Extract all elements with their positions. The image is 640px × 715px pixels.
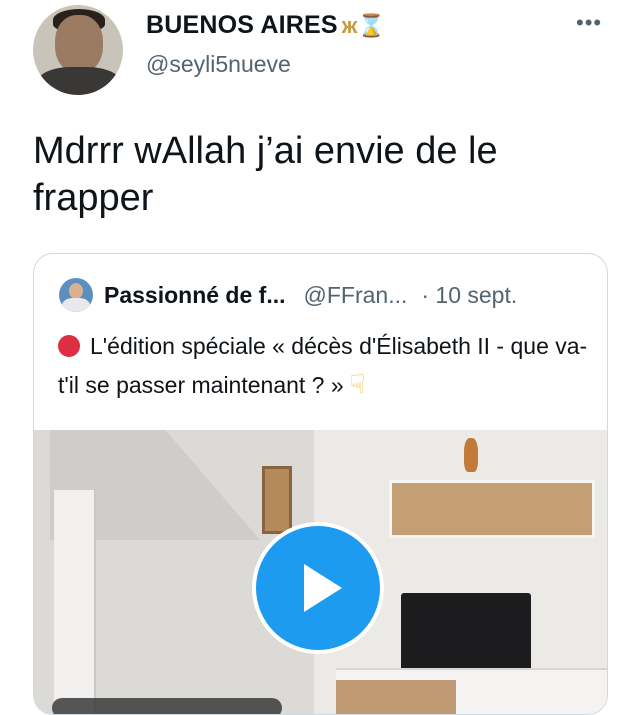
- avatar-face: [55, 15, 103, 73]
- scene-door: [54, 490, 96, 714]
- author-display-name[interactable]: BUENOS AIRES ж⌛: [146, 11, 385, 40]
- quoted-timestamp[interactable]: · 10 sept.: [421, 282, 517, 309]
- quoted-author-name[interactable]: Passionné de f...: [104, 282, 286, 309]
- author-avatar[interactable]: [33, 5, 123, 95]
- quoted-author-handle[interactable]: @FFran...: [304, 282, 408, 309]
- tweet-text: Mdrrr wAllah j’ai envie de le frapper: [33, 130, 498, 219]
- pointing-down-icon: ☟: [349, 369, 366, 399]
- more-options-icon[interactable]: •••: [576, 10, 602, 36]
- name-symbols: ж⌛: [341, 12, 386, 38]
- scene-cabinet-wood: [336, 680, 456, 714]
- red-circle-icon: [58, 335, 80, 357]
- display-name-text: BUENOS AIRES: [146, 11, 338, 39]
- quoted-header: Passionné de f... @FFran... · 10 sept.: [104, 282, 604, 309]
- quoted-author-avatar[interactable]: [59, 278, 93, 312]
- quoted-text: L'édition spéciale « décès d'Élisabeth I…: [58, 333, 588, 398]
- scene-wall-frame: [262, 466, 292, 534]
- quoted-avatar-face: [69, 283, 83, 299]
- quoted-avatar-shirt: [62, 298, 90, 312]
- play-icon[interactable]: [252, 522, 384, 654]
- scene-tv: [401, 593, 531, 673]
- scene-pineapple: [464, 438, 478, 472]
- play-triangle: [304, 564, 342, 612]
- video-media[interactable]: [34, 430, 607, 714]
- quoted-text-block: L'édition spéciale « décès d'Élisabeth I…: [58, 327, 598, 404]
- avatar-shirt: [37, 67, 121, 95]
- scene-shelf: [389, 480, 595, 538]
- quoted-tweet-card[interactable]: Passionné de f... @FFran... · 10 sept. L…: [33, 253, 608, 715]
- video-overlay-pill: [52, 698, 282, 714]
- author-handle[interactable]: @seyli5nueve: [146, 51, 291, 78]
